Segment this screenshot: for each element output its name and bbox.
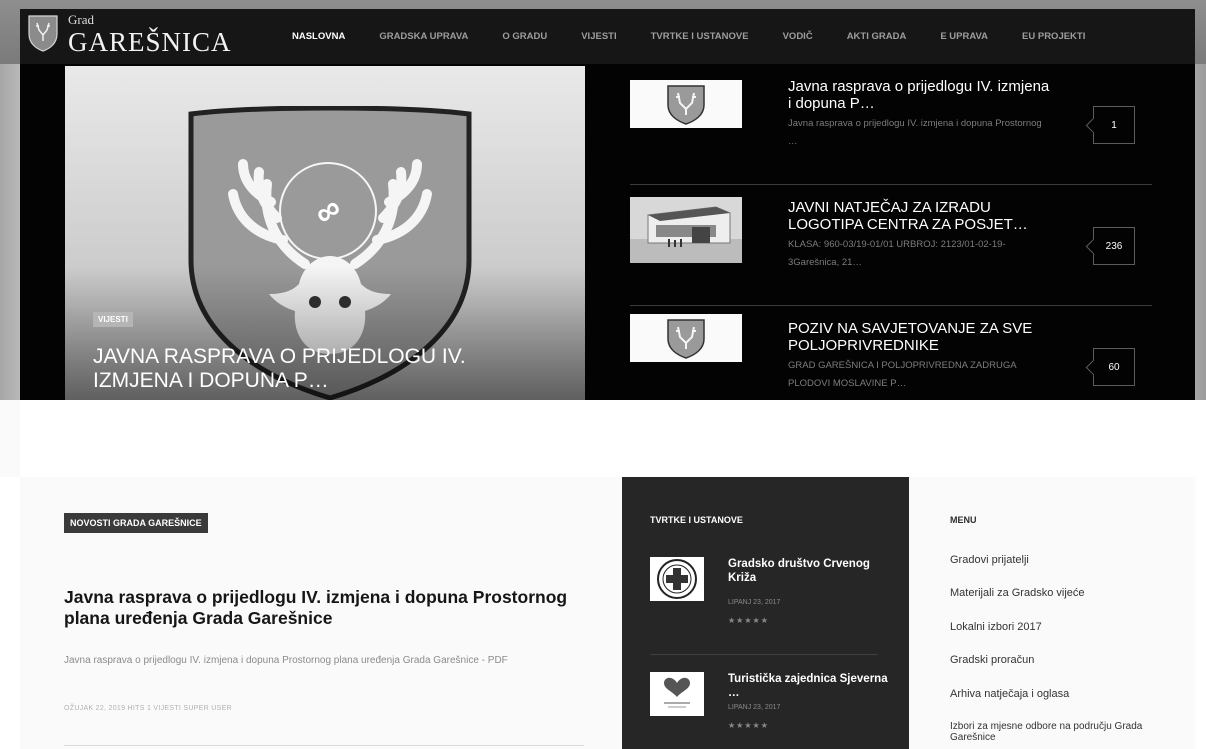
side-news-excerpt: GRAD GAREŠNICA I POLJOPRIVREDNA ZADRUGA … <box>788 360 1017 389</box>
firm-name[interactable]: Turistička zajednica Sjeverna … <box>728 672 888 700</box>
side-news-text: Javna rasprava o prijedlogu IV. izmjena … <box>788 78 1050 151</box>
menu-item[interactable]: Izbori za mjesne odbore na području Grad… <box>950 721 1170 743</box>
side-news-text: POZIV NA SAVJETOVANJE ZA SVE POLJOPRIVRE… <box>788 320 1050 393</box>
menu-title: MENU <box>950 515 977 525</box>
category-tag[interactable]: VIJESTI <box>93 312 133 327</box>
heart-logo-icon[interactable] <box>650 672 704 716</box>
article-meta: OŽUJAK 22, 2019 HITS 1 VIJESTI SUPER USE… <box>64 705 232 712</box>
red-cross-logo-icon[interactable] <box>650 557 704 601</box>
nav-e-uprava[interactable]: E UPRAVA <box>940 31 988 42</box>
nav-akti-grada[interactable]: AKTI GRADA <box>847 31 907 42</box>
side-news-title[interactable]: JAVNI NATJEČAJ ZA IZRADU LOGOTIPA CENTRA… <box>788 199 1050 233</box>
nav-gradska-uprava[interactable]: GRADSKA UPRAVA <box>379 31 468 42</box>
nav-tvrtke-i-ustanove[interactable]: TVRTKE I USTANOVE <box>651 31 749 42</box>
lower-gutter <box>0 400 20 477</box>
site-header: Grad GAREŠNICA NASLOVNA GRADSKA UPRAVA O G… <box>20 9 1195 64</box>
menu-item[interactable]: Gradovi prijatelji <box>950 554 1170 566</box>
nav-o-gradu[interactable]: O GRADU <box>502 31 547 42</box>
firm-date: LIPANJ 23, 2017 <box>728 599 781 606</box>
menu-item[interactable]: Arhiva natječaja i oglasa <box>950 688 1170 700</box>
side-news-text: JAVNI NATJEČAJ ZA IZRADU LOGOTIPA CENTRA… <box>788 199 1050 272</box>
section-label: NOVOSTI GRADA GAREŠNICE <box>64 513 208 533</box>
building-photo-thumbnail[interactable] <box>630 197 742 263</box>
coat-of-arms-icon[interactable] <box>630 80 742 128</box>
coat-of-arms-icon[interactable] <box>630 314 742 362</box>
comment-count-badge[interactable]: 236 <box>1093 227 1135 265</box>
firm-name[interactable]: Gradsko društvo Crvenog Križa <box>728 557 888 585</box>
coat-of-arms-icon[interactable] <box>28 14 58 52</box>
divider <box>64 745 584 746</box>
nav-eu-projekti[interactable]: EU PROJEKTI <box>1022 31 1085 42</box>
lower-gutter <box>1195 400 1206 749</box>
nav-naslovna[interactable]: NASLOVNA <box>292 31 345 42</box>
menu-item[interactable]: Lokalni izbori 2017 <box>950 621 1170 633</box>
logo-small-text[interactable]: Grad <box>68 12 94 28</box>
comment-count-badge[interactable]: 1 <box>1093 106 1135 144</box>
side-news-item[interactable]: JAVNI NATJEČAJ ZA IZRADU LOGOTIPA CENTRA… <box>630 185 1152 306</box>
rating-stars: ★★★★★ <box>728 721 769 730</box>
menu-item[interactable]: Materijali za Gradsko vijeće <box>950 587 1170 599</box>
divider <box>650 654 878 655</box>
link-icon[interactable]: ∞ <box>279 162 377 260</box>
city-news-section: NOVOSTI GRADA GAREŠNICE Javna rasprava o… <box>20 477 622 749</box>
firms-title: TVRTKE I USTANOVE <box>650 515 743 525</box>
main-navigation: NASLOVNA GRADSKA UPRAVA O GRADU VIJESTI TVRT… <box>292 9 1119 64</box>
side-news-item[interactable]: Javna rasprava o prijedlogu IV. izmjena … <box>630 64 1152 185</box>
side-news-title[interactable]: Javna rasprava o prijedlogu IV. izmjena … <box>788 78 1050 112</box>
menu-item[interactable]: Gradski proračun <box>950 654 1170 666</box>
side-news-excerpt: Javna rasprava o prijedlogu IV. izmjena … <box>788 118 1042 147</box>
nav-vodič[interactable]: VODIČ <box>783 31 813 42</box>
article-title-link[interactable]: Javna rasprava o prijedlogu IV. izmjena … <box>64 587 584 629</box>
featured-article-title[interactable]: JAVNA RASPRAVA O PRIJEDLOGU IV. IZMJENA … <box>93 345 553 393</box>
article-excerpt: Javna rasprava o prijedlogu IV. izmjena … <box>64 655 508 666</box>
featured-article[interactable]: ∞ VIJESTI JAVNA RASPRAVA O PRIJEDLOGU IV… <box>65 66 585 404</box>
nav-vijesti[interactable]: VIJESTI <box>581 31 616 42</box>
side-news-title[interactable]: POZIV NA SAVJETOVANJE ZA SVE POLJOPRIVRE… <box>788 320 1050 354</box>
firms-section: TVRTKE I USTANOVE Gradsko društvo Crveno… <box>622 477 909 749</box>
rating-stars: ★★★★★ <box>728 616 769 625</box>
comment-count-badge[interactable]: 60 <box>1093 348 1135 386</box>
side-news-excerpt: KLASA: 960-03/19-01/01 URBROJ: 2123/01-0… <box>788 239 1006 268</box>
logo-title[interactable]: GAREŠNICA <box>68 27 232 58</box>
side-menu: MENU Gradovi prijatelji Materijali za Gr… <box>909 477 1195 749</box>
side-news-list: Javna rasprava o prijedlogu IV. izmjena … <box>630 64 1152 427</box>
firm-date: LIPANJ 23, 2017 <box>728 704 781 711</box>
